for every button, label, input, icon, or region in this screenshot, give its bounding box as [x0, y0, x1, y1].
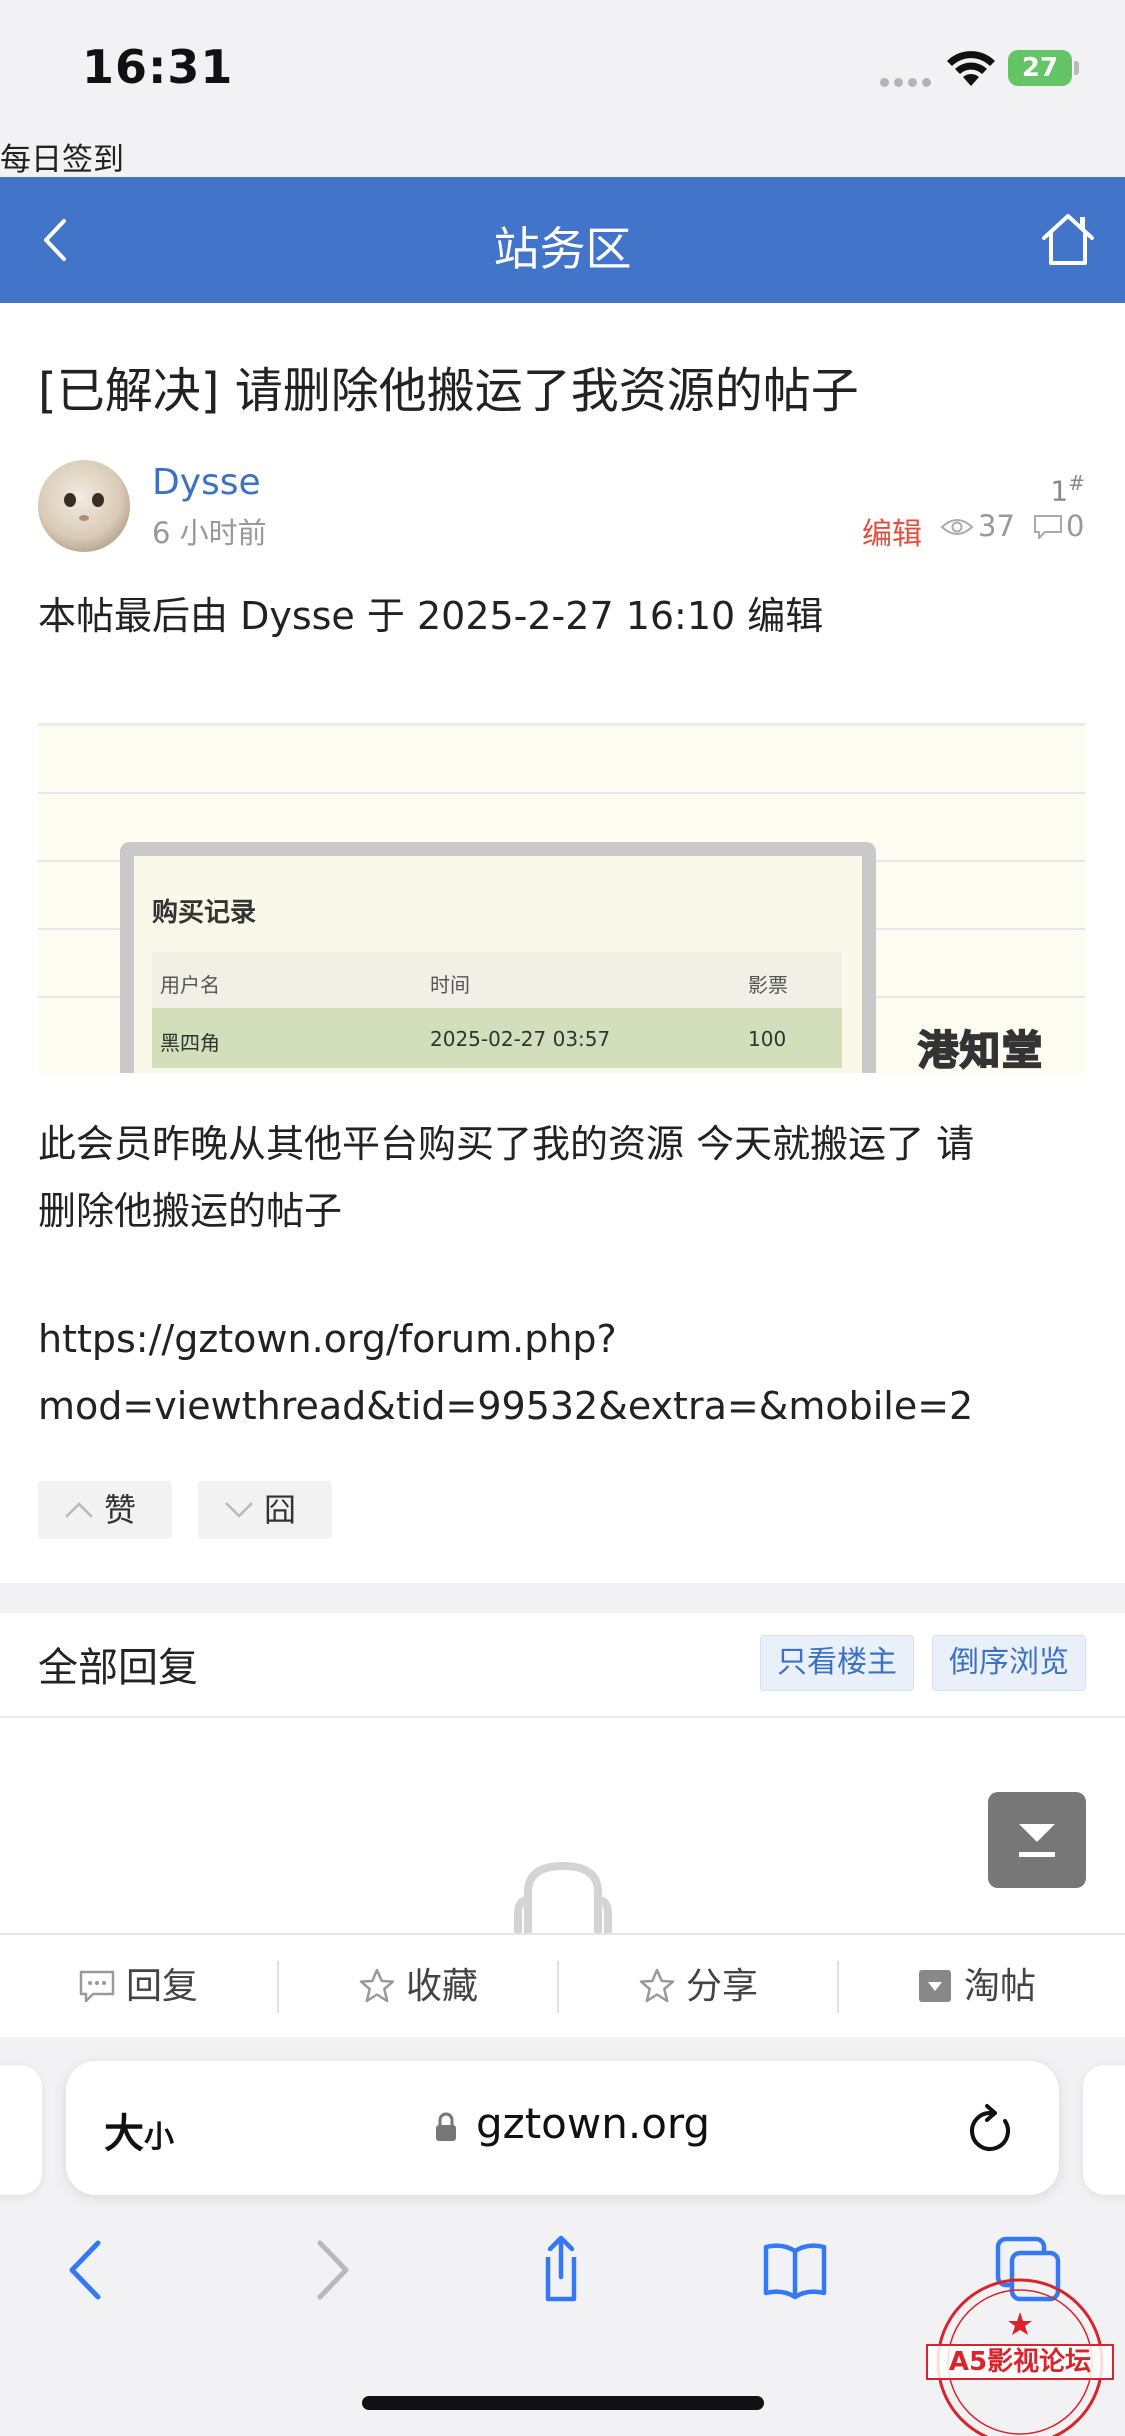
- floor-mark: #: [1068, 471, 1085, 495]
- star-icon: [359, 1968, 395, 2003]
- favorite-label: 收藏: [406, 1966, 479, 2007]
- column-time: 时间: [430, 973, 470, 997]
- archive-box-icon: [919, 1970, 951, 2002]
- reply-icon: [79, 1970, 115, 2003]
- author-name[interactable]: Dysse: [152, 462, 261, 503]
- post-body: 此会员昨晚从其他平台购买了我的资源 今天就搬运了 请 删除他搬运的帖子: [38, 1111, 1078, 1245]
- tao-post-label: 淘帖: [964, 1966, 1037, 2007]
- post-body-line: 删除他搬运的帖子: [38, 1189, 343, 1233]
- eye-icon: [940, 519, 974, 535]
- next-tab-card[interactable]: [1083, 2065, 1125, 2195]
- replies-section: 全部回复 只看楼主 倒序浏览: [0, 1613, 1125, 1938]
- share-star-icon: [639, 1968, 675, 2003]
- previous-tab-card[interactable]: [0, 2065, 42, 2195]
- post-link[interactable]: https://gztown.org/forum.php? mod=viewth…: [38, 1306, 1098, 1440]
- battery-level: 27: [1008, 50, 1072, 86]
- back-icon[interactable]: [52, 2235, 122, 2305]
- reply-label: 回复: [126, 1966, 199, 2007]
- address-bar[interactable]: 大小 gztown.org: [66, 2061, 1059, 2195]
- home-icon[interactable]: [1040, 211, 1096, 267]
- cellular-signal-icon: [880, 72, 936, 87]
- comment-count: 0: [1066, 509, 1085, 543]
- post-card: [已解决] 请删除他搬运了我资源的帖子 Dysse 6 小时前 1# 编辑 37…: [0, 303, 1125, 1583]
- post-link-line[interactable]: https://gztown.org/forum.php?: [38, 1306, 1098, 1373]
- chevron-up-icon: [65, 1502, 93, 1518]
- floor-value: 1: [1050, 474, 1069, 508]
- scroll-to-bottom-button[interactable]: [988, 1792, 1086, 1888]
- daily-sign-in-link[interactable]: 每日签到: [0, 134, 124, 179]
- reverse-order-button[interactable]: 倒序浏览: [932, 1635, 1086, 1691]
- wifi-icon: [947, 51, 995, 86]
- reload-icon[interactable]: [966, 2103, 1016, 2155]
- app-header: 站务区: [0, 177, 1125, 303]
- battery-icon: 27: [1008, 50, 1080, 86]
- row-username: 黑四角: [160, 1031, 220, 1055]
- divider: [0, 1716, 1125, 1718]
- share-sheet-icon[interactable]: [526, 2235, 596, 2305]
- purchase-record-window: 购买记录 用户名 时间 影票 黑四角 2025-02-27 03:57 100: [120, 842, 876, 1073]
- views-count: 37: [978, 509, 1015, 543]
- text-size-button[interactable]: 大小: [104, 2101, 174, 2159]
- replies-title: 全部回复: [38, 1645, 198, 1691]
- share-label: 分享: [686, 1966, 759, 2007]
- table-row: 黑四角 2025-02-27 03:57 100: [152, 1008, 842, 1068]
- scroll-down-icon: [1019, 1824, 1055, 1857]
- bookmarks-icon[interactable]: [760, 2235, 830, 2305]
- floor-number: 1#: [1050, 471, 1085, 507]
- column-tickets: 影票: [748, 973, 788, 997]
- column-username: 用户名: [160, 973, 220, 997]
- comment-icon: [1034, 515, 1062, 539]
- edit-note: 本帖最后由 Dysse 于 2025-2-27 16:10 编辑: [38, 594, 824, 638]
- purchase-record-title: 购买记录: [152, 898, 257, 928]
- empty-sofa-icon: [514, 1861, 612, 1938]
- page-title: 站务区: [493, 222, 632, 276]
- avatar[interactable]: [38, 460, 130, 552]
- image-watermark: 港知堂: [917, 1027, 1044, 1073]
- post-link-line[interactable]: mod=viewthread&tid=99532&extra=&mobile=2: [38, 1373, 1098, 1440]
- forum-stamp-logo: A5影视论坛: [922, 2276, 1118, 2436]
- post-image[interactable]: 购买记录 用户名 时间 影票 黑四角 2025-02-27 03:57 100 …: [38, 723, 1085, 1073]
- purchase-table-header: 用户名 时间 影票: [152, 952, 842, 1008]
- url-text[interactable]: gztown.org: [476, 2099, 710, 2148]
- chevron-down-icon: [225, 1502, 253, 1518]
- lock-icon: [436, 2112, 456, 2141]
- edit-link[interactable]: 编辑: [862, 509, 922, 553]
- only-op-button[interactable]: 只看楼主: [760, 1635, 914, 1691]
- status-bar: 16:31 27: [0, 0, 1125, 135]
- dislike-button[interactable]: 囧: [198, 1481, 332, 1539]
- post-title: [已解决] 请删除他搬运了我资源的帖子: [38, 363, 859, 419]
- like-label: 赞: [104, 1491, 137, 1529]
- text-size-small: 小: [144, 2120, 174, 2155]
- forward-icon[interactable]: [296, 2235, 366, 2305]
- home-indicator[interactable]: [362, 2396, 764, 2410]
- post-time: 6 小时前: [152, 516, 267, 550]
- row-tickets: 100: [748, 1027, 787, 1051]
- post-body-line: 此会员昨晚从其他平台购买了我的资源 今天就搬运了 请: [38, 1122, 975, 1166]
- status-time: 16:31: [82, 40, 234, 94]
- like-button[interactable]: 赞: [38, 1481, 172, 1539]
- stamp-text: A5影视论坛: [926, 2344, 1114, 2380]
- text-size-big: 大: [104, 2111, 144, 2157]
- row-time: 2025-02-27 03:57: [430, 1027, 611, 1051]
- post-action-bar: 回复 收藏 分享 淘帖: [0, 1933, 1125, 2037]
- dislike-label: 囧: [264, 1491, 297, 1529]
